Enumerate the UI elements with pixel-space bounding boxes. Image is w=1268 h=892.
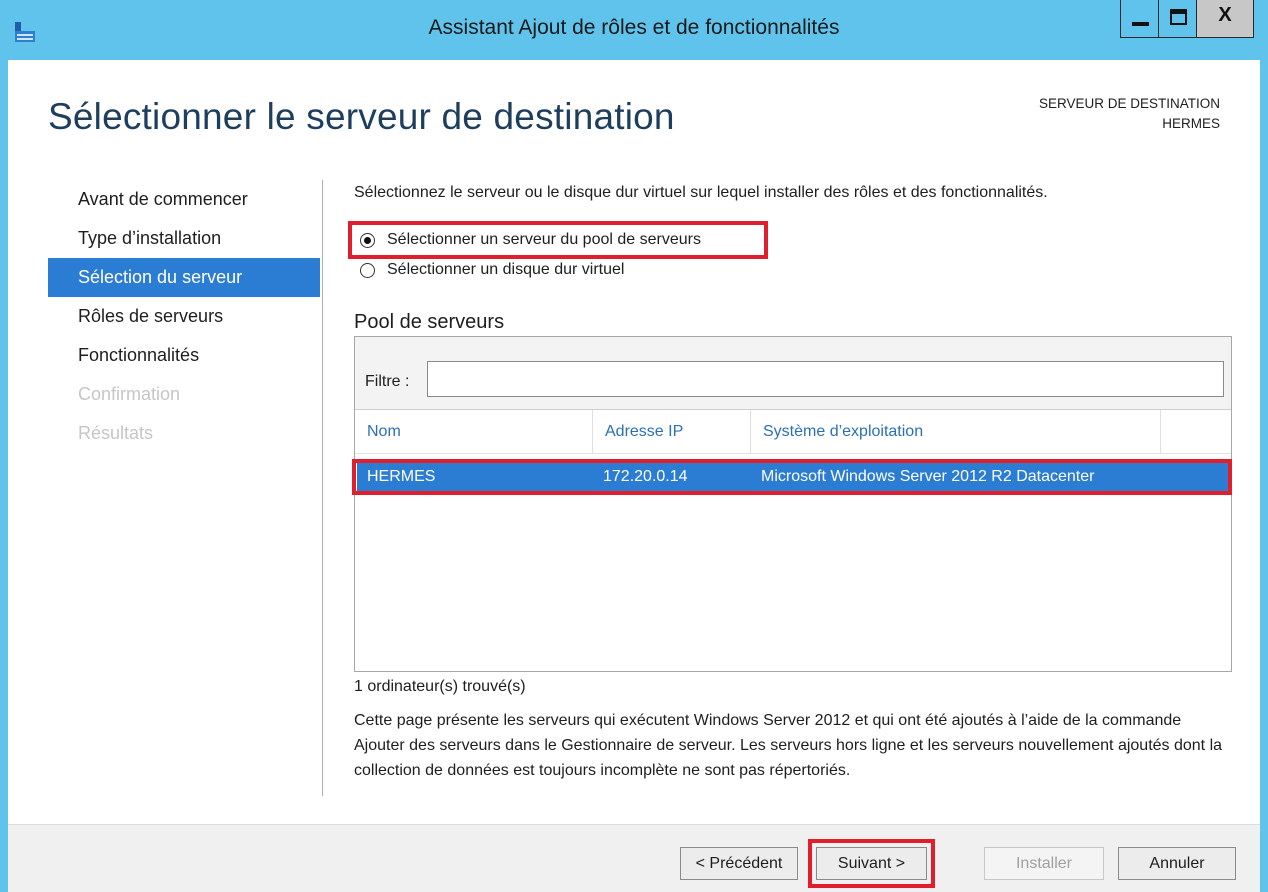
filter-input[interactable] bbox=[427, 361, 1224, 397]
wizard-window: Assistant Ajout de rôles et de fonctionn… bbox=[0, 0, 1268, 892]
minimize-button[interactable] bbox=[1120, 0, 1159, 38]
nav-divider bbox=[322, 180, 323, 796]
table-header: Nom Adresse IP Système d’exploitation bbox=[355, 410, 1231, 454]
close-icon: X bbox=[1218, 4, 1232, 26]
window-controls: X bbox=[1120, 0, 1254, 38]
highlight-selected-row bbox=[352, 459, 1232, 495]
destination-server-name: HERMES bbox=[1162, 116, 1220, 131]
radio-option-pool[interactable]: Sélectionner un serveur du pool de serve… bbox=[360, 231, 701, 249]
install-button: Installer bbox=[984, 847, 1104, 880]
next-button[interactable]: Suivant > bbox=[816, 847, 927, 880]
destination-server-info: SERVEUR DE DESTINATION HERMES bbox=[1039, 94, 1220, 134]
filter-label: Filtre : bbox=[365, 373, 410, 390]
nav-item-selection-serveur[interactable]: Sélection du serveur bbox=[48, 258, 320, 297]
cancel-button[interactable]: Annuler bbox=[1118, 847, 1236, 880]
destination-label: SERVEUR DE DESTINATION bbox=[1038, 96, 1220, 111]
radio-option-vhd[interactable]: Sélectionner un disque dur virtuel bbox=[360, 261, 624, 279]
server-pool-title: Pool de serveurs bbox=[354, 311, 505, 333]
close-button[interactable]: X bbox=[1196, 0, 1254, 38]
server-pool-panel: Filtre : Nom Adresse IP Système d’exploi… bbox=[352, 336, 1232, 672]
nav-item-fonctionnalites[interactable]: Fonctionnalités bbox=[48, 336, 320, 375]
maximize-button[interactable] bbox=[1158, 0, 1197, 38]
window-title: Assistant Ajout de rôles et de fonctionn… bbox=[428, 16, 840, 39]
instruction-text: Sélectionnez le serveur ou le disque dur… bbox=[354, 184, 1048, 201]
description-text: Cette page présente les serveurs qui exé… bbox=[354, 712, 1223, 779]
radio-pool-label: Sélectionner un serveur du pool de serve… bbox=[387, 231, 701, 248]
page-title: Sélectionner le serveur de destination bbox=[48, 96, 675, 137]
filter-area: Filtre : bbox=[355, 337, 1231, 410]
found-count: 1 ordinateur(s) trouvé(s) bbox=[354, 678, 526, 695]
wizard-footer: < Précédent Suivant > Installer Annuler bbox=[8, 824, 1260, 892]
wizard-nav: Avant de commencer Type d’installation S… bbox=[48, 180, 320, 453]
radio-unselected-icon[interactable] bbox=[360, 262, 375, 278]
column-header-adresse-ip[interactable]: Adresse IP bbox=[593, 410, 751, 454]
nav-item-confirmation: Confirmation bbox=[78, 384, 181, 404]
radio-vhd-label: Sélectionner un disque dur virtuel bbox=[387, 261, 625, 278]
wizard-client-area: Sélectionner le serveur de destination S… bbox=[8, 60, 1260, 892]
nav-item-resultats: Résultats bbox=[78, 423, 154, 443]
column-header-nom[interactable]: Nom bbox=[355, 410, 593, 454]
nav-item-roles-serveurs[interactable]: Rôles de serveurs bbox=[48, 297, 320, 336]
radio-selected-icon[interactable] bbox=[360, 232, 375, 248]
previous-button[interactable]: < Précédent bbox=[680, 847, 798, 880]
nav-item-type-installation[interactable]: Type d’installation bbox=[48, 219, 320, 258]
title-bar[interactable]: Assistant Ajout de rôles et de fonctionn… bbox=[0, 0, 1268, 60]
column-header-systeme[interactable]: Système d’exploitation bbox=[751, 410, 1161, 454]
nav-item-avant-de-commencer[interactable]: Avant de commencer bbox=[48, 180, 320, 219]
